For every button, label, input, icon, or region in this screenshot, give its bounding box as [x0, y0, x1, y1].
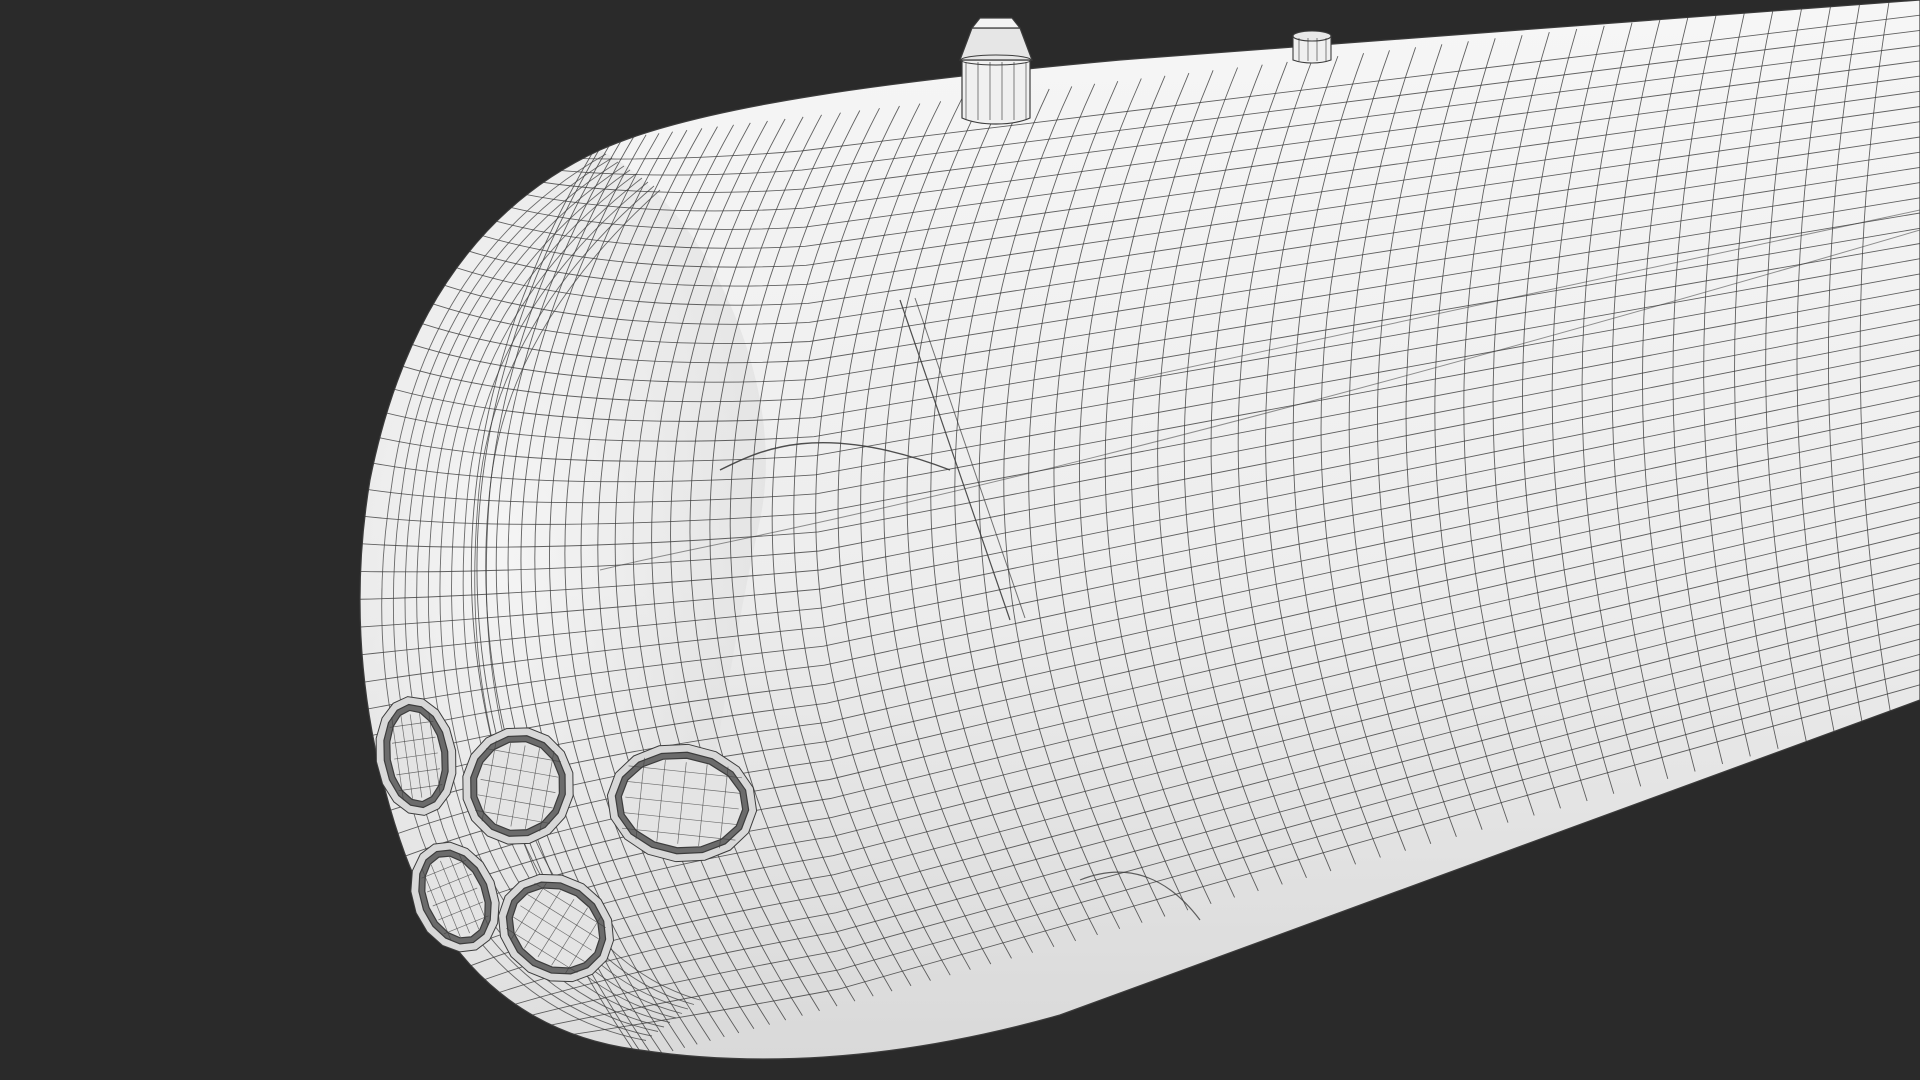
3d-viewport[interactable]	[0, 0, 1920, 1080]
nozzle-body	[961, 59, 1031, 125]
nozzle-tip	[970, 17, 1022, 29]
wireframe-render	[0, 0, 1920, 1080]
dome-nozzle	[959, 17, 1033, 125]
small-nozzle	[1292, 30, 1332, 64]
